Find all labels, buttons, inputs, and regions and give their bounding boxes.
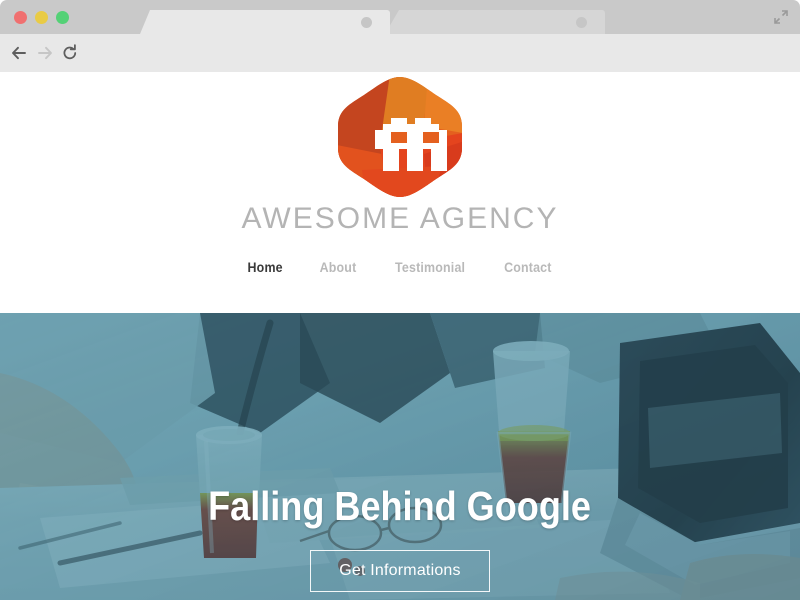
browser-toolbar bbox=[0, 34, 800, 99]
brand-name: AWESOME AGENCY bbox=[241, 202, 559, 235]
site-header: AWESOME AGENCY Home About Testimonial Co… bbox=[0, 72, 800, 313]
window-controls bbox=[14, 11, 69, 24]
forward-arrow-icon[interactable] bbox=[36, 44, 54, 62]
browser-tab-2[interactable] bbox=[385, 10, 605, 34]
minimize-window-button[interactable] bbox=[35, 11, 48, 24]
close-tab-icon[interactable] bbox=[576, 17, 587, 28]
fullscreen-expand-icon[interactable] bbox=[774, 10, 788, 24]
tab-shape bbox=[385, 10, 605, 34]
browser-window: AWESOME AGENCY Home About Testimonial Co… bbox=[0, 0, 800, 600]
nav-link-about[interactable]: About bbox=[320, 260, 357, 275]
hero-section: Falling Behind Google Get Informations bbox=[0, 313, 800, 600]
hero-content: Falling Behind Google Get Informations bbox=[0, 313, 800, 600]
browser-tab-1-active[interactable] bbox=[140, 10, 390, 34]
page-viewport: AWESOME AGENCY Home About Testimonial Co… bbox=[0, 72, 800, 600]
tab-shape bbox=[140, 10, 390, 34]
close-tab-icon[interactable] bbox=[361, 17, 372, 28]
back-arrow-icon[interactable] bbox=[10, 44, 28, 62]
hero-title: Falling Behind Google bbox=[208, 483, 592, 529]
nav-link-testimonial[interactable]: Testimonial bbox=[395, 260, 465, 275]
browser-titlebar bbox=[0, 0, 800, 34]
awesome-agency-logo-icon[interactable] bbox=[332, 74, 468, 200]
nav-link-home[interactable]: Home bbox=[247, 260, 282, 275]
maximize-window-button[interactable] bbox=[56, 11, 69, 24]
reload-icon[interactable] bbox=[61, 44, 79, 62]
close-window-button[interactable] bbox=[14, 11, 27, 24]
site-navigation: Home About Testimonial Contact bbox=[0, 260, 800, 275]
nav-link-contact[interactable]: Contact bbox=[504, 260, 552, 275]
get-informations-button[interactable]: Get Informations bbox=[310, 550, 490, 592]
